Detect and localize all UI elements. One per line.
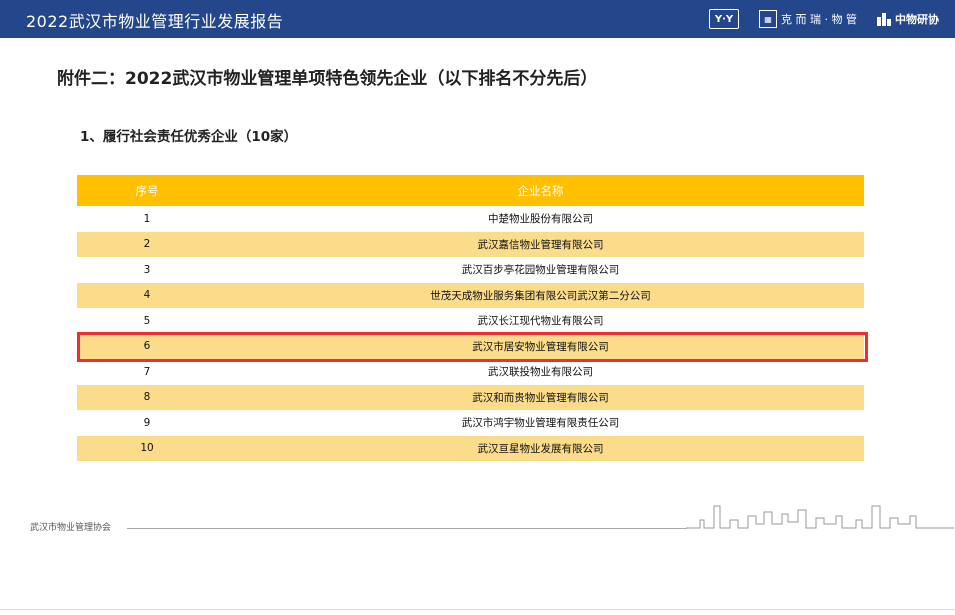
row-number: 7 xyxy=(77,359,217,385)
table-row: 10 武汉亘星物业发展有限公司 xyxy=(77,435,864,461)
kerui-logo-icon: ▦ 克 而 瑞 · 物 管 xyxy=(759,10,857,28)
page-title: 附件二：2022武汉市物业管理单项特色领先企业（以下排名不分先后） xyxy=(57,69,598,89)
row-number: 10 xyxy=(77,435,217,461)
enterprise-name: 世茂天成物业服务集团有限公司武汉第二分公司 xyxy=(217,282,864,308)
footer-divider xyxy=(127,528,687,529)
header-bar: 2022武汉市物业管理行业发展报告 Y·Y ▦ 克 而 瑞 · 物 管 中物研协 xyxy=(0,0,955,38)
enterprise-name: 武汉亘星物业发展有限公司 xyxy=(217,435,864,461)
enterprise-name: 中楚物业股份有限公司 xyxy=(217,206,864,232)
row-number: 8 xyxy=(77,384,217,410)
col-header-num: 序号 xyxy=(77,175,217,206)
row-number: 3 xyxy=(77,257,217,283)
row-number: 5 xyxy=(77,308,217,334)
building-icon xyxy=(877,12,891,26)
table-row: 5 武汉长江现代物业有限公司 xyxy=(77,308,864,334)
row-number: 1 xyxy=(77,206,217,232)
table-header-row: 序号 企业名称 xyxy=(77,175,864,206)
table-row: 1 中楚物业股份有限公司 xyxy=(77,206,864,232)
table-row: 7 武汉联投物业有限公司 xyxy=(77,359,864,385)
table-row: 6 武汉市居安物业管理有限公司 xyxy=(77,333,864,359)
row-number: 9 xyxy=(77,410,217,436)
row-number: 6 xyxy=(77,333,217,359)
table-row: 9 武汉市鸿宇物业管理有限责任公司 xyxy=(77,410,864,436)
enterprise-name: 武汉长江现代物业有限公司 xyxy=(217,308,864,334)
enterprise-name: 武汉嘉信物业管理有限公司 xyxy=(217,231,864,257)
logo-group: Y·Y ▦ 克 而 瑞 · 物 管 中物研协 xyxy=(709,8,939,30)
table-row: 2 武汉嘉信物业管理有限公司 xyxy=(77,231,864,257)
enterprise-name: 武汉百步亭花园物业管理有限公司 xyxy=(217,257,864,283)
zhongwu-logo-icon: 中物研协 xyxy=(877,11,939,27)
enterprise-name: 武汉市鸿宇物业管理有限责任公司 xyxy=(217,410,864,436)
enterprise-name: 武汉市居安物业管理有限公司 xyxy=(217,333,864,359)
kerui-mark-icon: ▦ xyxy=(759,10,778,28)
enterprise-name: 武汉和而贵物业管理有限公司 xyxy=(217,384,864,410)
row-number: 2 xyxy=(77,231,217,257)
table-row: 8 武汉和而贵物业管理有限公司 xyxy=(77,384,864,410)
enterprise-name: 武汉联投物业有限公司 xyxy=(217,359,864,385)
kerui-logo-text: 克 而 瑞 · 物 管 xyxy=(781,13,857,26)
table-row: 4 世茂天成物业服务集团有限公司武汉第二分公司 xyxy=(77,282,864,308)
zhongwu-logo-text: 中物研协 xyxy=(895,13,939,26)
bottom-rule xyxy=(0,609,955,610)
col-header-name: 企业名称 xyxy=(217,175,864,206)
footer-organization: 武汉市物业管理协会 xyxy=(30,523,112,533)
section-title: 1、履行社会责任优秀企业（10家） xyxy=(80,129,298,145)
row-number: 4 xyxy=(77,282,217,308)
enterprise-table: 序号 企业名称 1 中楚物业股份有限公司 2 武汉嘉信物业管理有限公司 3 武汉百步亭花园… xyxy=(77,175,864,461)
yy-logo-icon: Y·Y xyxy=(709,9,740,29)
report-title: 2022武汉市物业管理行业发展报告 xyxy=(26,12,284,31)
table-row: 3 武汉百步亭花园物业管理有限公司 xyxy=(77,257,864,283)
report-slide: 2022武汉市物业管理行业发展报告 Y·Y ▦ 克 而 瑞 · 物 管 中物研协… xyxy=(0,0,955,540)
skyline-icon xyxy=(686,505,954,529)
